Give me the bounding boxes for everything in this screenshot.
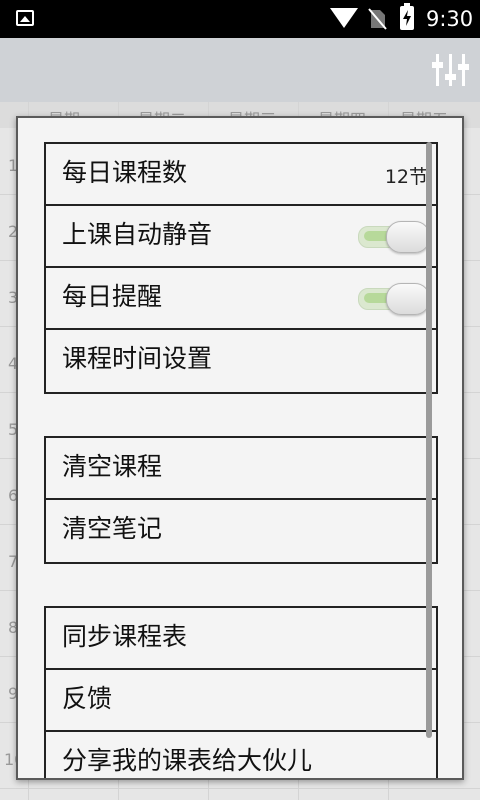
row-label: 上课自动静音 xyxy=(62,220,213,249)
settings-group-clear: 清空课程 清空笔记 xyxy=(44,436,438,564)
row-label: 清空笔记 xyxy=(62,514,163,543)
grid-line xyxy=(0,788,480,789)
settings-group-other: 同步课程表 反馈 分享我的课表给大伙儿 xyxy=(44,606,438,778)
daily-course-count-row[interactable]: 每日课程数 12节 xyxy=(46,144,436,206)
row-label: 每日课程数 xyxy=(62,158,188,187)
dialog-scrollbar[interactable] xyxy=(426,142,432,738)
daily-reminder-toggle[interactable] xyxy=(356,282,432,315)
auto-mute-row[interactable]: 上课自动静音 xyxy=(46,206,436,268)
sync-timetable-row[interactable]: 同步课程表 xyxy=(46,608,436,670)
course-time-settings-row[interactable]: 课程时间设置 xyxy=(46,330,436,392)
gallery-icon xyxy=(16,10,34,26)
daily-reminder-row[interactable]: 每日提醒 xyxy=(46,268,436,330)
settings-dialog: 每日课程数 12节 上课自动静音 每日提醒 课程时间设置 清空课程 清空笔记 同… xyxy=(16,116,464,780)
no-sim-icon xyxy=(368,8,387,30)
clear-notes-row[interactable]: 清空笔记 xyxy=(46,500,436,562)
equalizer-settings-icon[interactable] xyxy=(430,50,472,90)
status-time: 9:30 xyxy=(426,7,474,31)
row-label: 分享我的课表给大伙儿 xyxy=(62,746,313,775)
row-label: 课程时间设置 xyxy=(62,344,213,373)
status-bar: 9:30 xyxy=(0,0,480,38)
battery-charging-icon xyxy=(400,3,414,30)
course-count-value: 12节 xyxy=(384,166,428,188)
settings-group-general: 每日课程数 12节 上课自动静音 每日提醒 课程时间设置 xyxy=(44,142,438,394)
clear-courses-row[interactable]: 清空课程 xyxy=(46,438,436,500)
wifi-icon xyxy=(330,8,358,28)
row-label: 反馈 xyxy=(62,684,113,713)
app-toolbar xyxy=(0,38,480,102)
feedback-row[interactable]: 反馈 xyxy=(46,670,436,732)
share-timetable-row[interactable]: 分享我的课表给大伙儿 xyxy=(46,732,436,778)
auto-mute-toggle[interactable] xyxy=(356,220,432,253)
row-label: 清空课程 xyxy=(62,452,163,481)
row-label: 每日提醒 xyxy=(62,282,163,311)
row-label: 同步课程表 xyxy=(62,622,188,651)
